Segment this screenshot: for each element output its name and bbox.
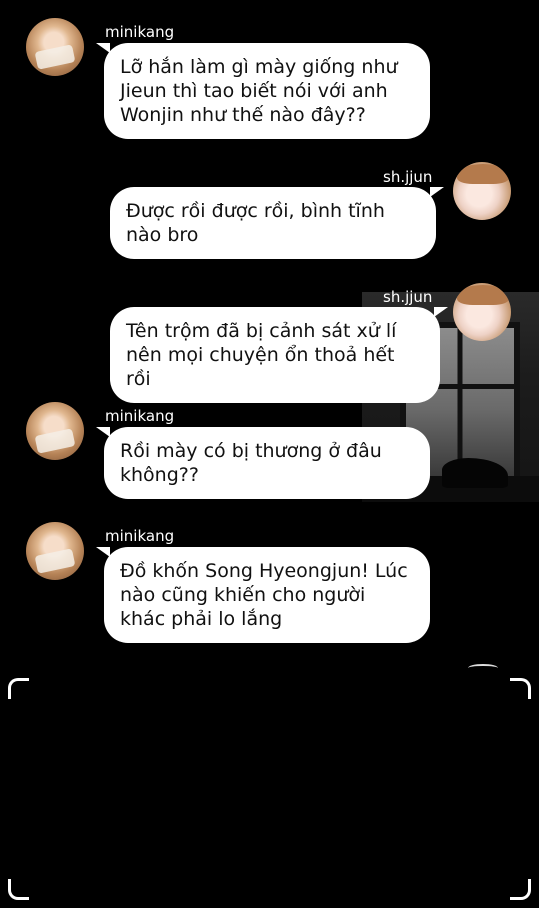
viewfinder-frame [8,678,531,900]
sender-name: minikang [105,23,175,41]
sender-name: sh.jjun [383,168,433,186]
message-bubble: Rồi mày có bị thương ở đâu không?? [96,427,430,499]
frame-corner-icon [510,879,531,900]
sender-name: sh.jjun [383,288,433,306]
sender-name: minikang [105,407,175,425]
avatar-minikang[interactable] [26,522,84,580]
message-bubble: Tên trộm đã bị cảnh sát xử lí nên mọi ch… [110,307,448,403]
message-bubble: Được rồi được rồi, bình tĩnh nào bro [110,187,444,259]
avatar-shjjun[interactable] [453,162,511,220]
avatar-minikang[interactable] [26,402,84,460]
frame-corner-icon [8,879,29,900]
frame-corner-icon [510,678,531,699]
avatar-minikang[interactable] [26,18,84,76]
avatar-shjjun[interactable] [453,283,511,341]
message-bubble: Lỡ hắn làm gì mày giống như Jieun thì ta… [96,43,430,139]
message-bubble: Đồ khốn Song Hyeongjun! Lúc nào cũng khi… [96,547,430,643]
frame-corner-icon [8,678,29,699]
sender-name: minikang [105,527,175,545]
partial-avatar-edge [468,664,498,672]
